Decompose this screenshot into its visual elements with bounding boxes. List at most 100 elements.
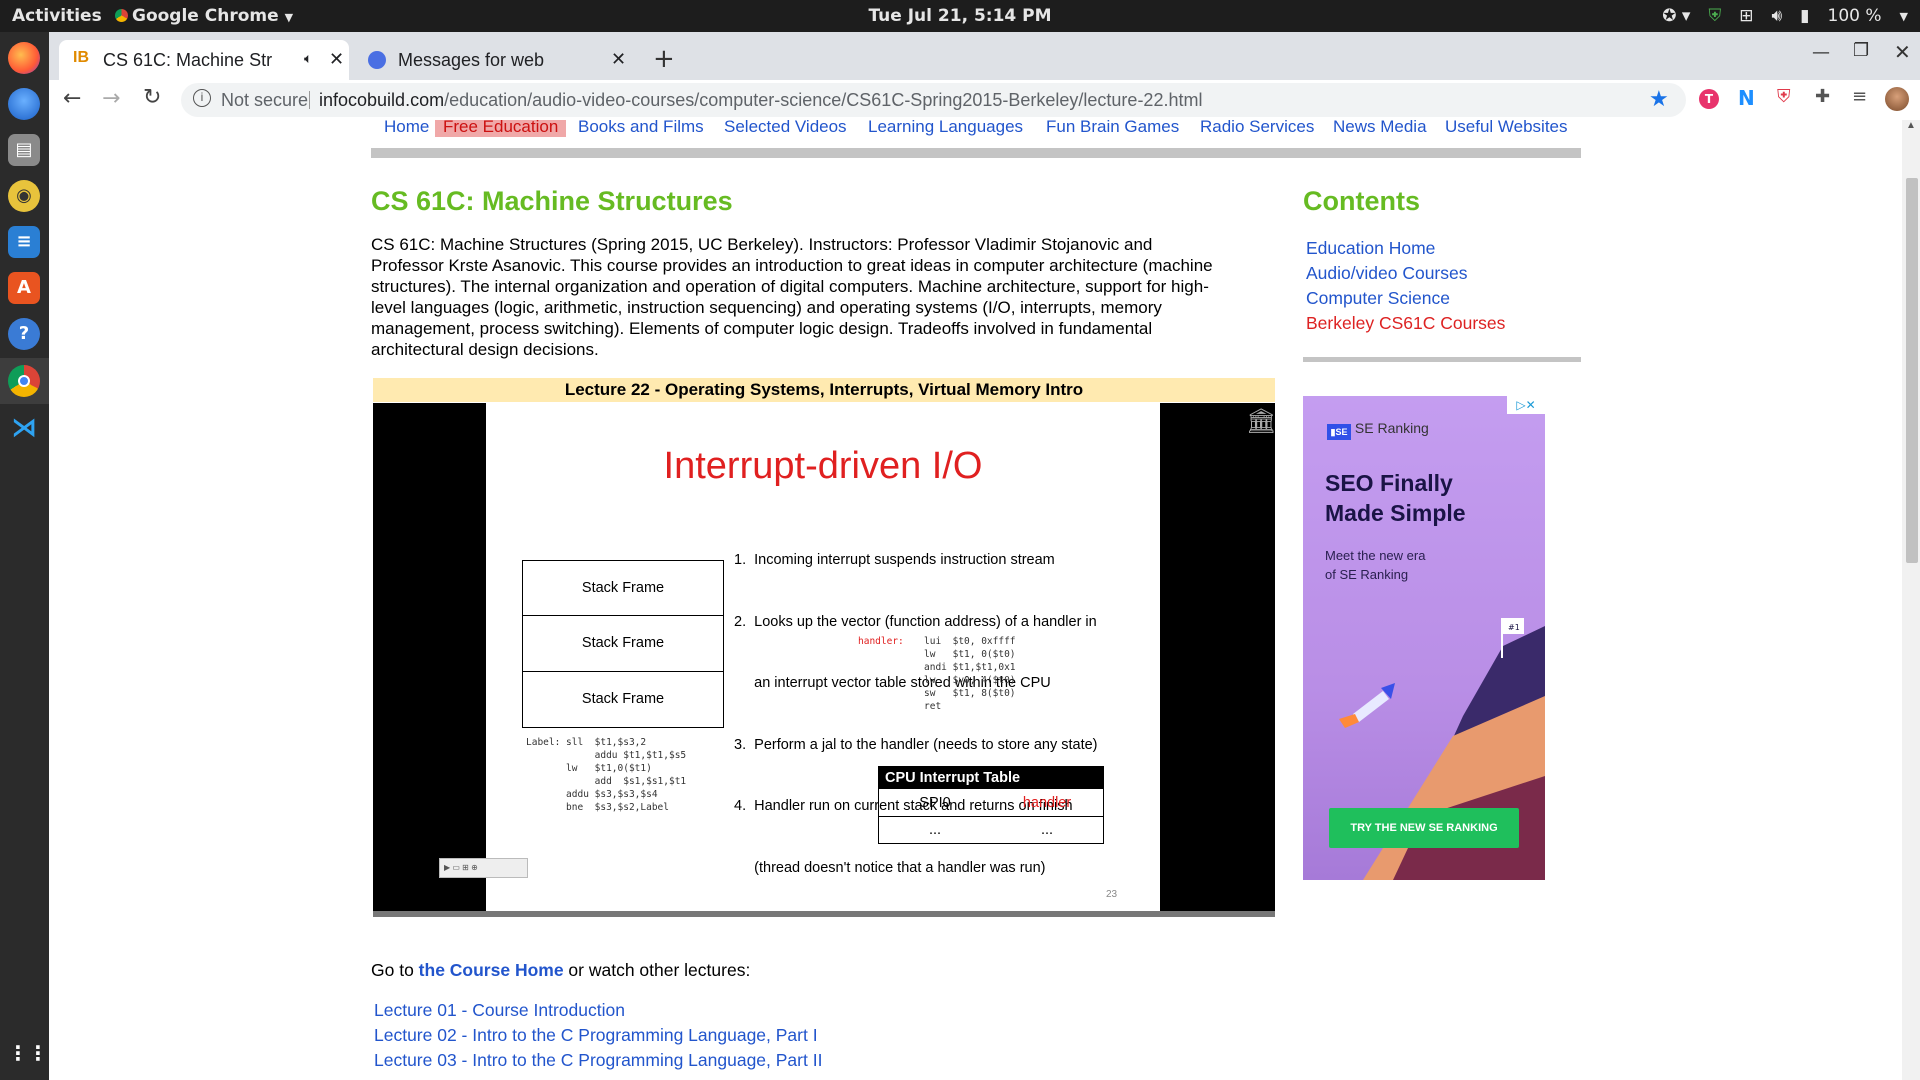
reload-icon[interactable]: ↻ (143, 85, 161, 110)
back-icon[interactable]: ← (63, 86, 81, 111)
bookmark-star-icon[interactable]: ★ (1649, 86, 1669, 112)
sidebar-divider (1303, 357, 1581, 362)
url-domain: infocobuild.com (319, 90, 445, 110)
tab-cs61c[interactable]: IB CS 61C: Machine Struc 🔈︎ ✕ (59, 40, 349, 80)
firefox-icon[interactable] (8, 42, 40, 74)
nav-divider (371, 148, 1581, 158)
system-tray[interactable]: ✪ ▾ ⛨ ⊞ 🔊︎ ▮ 100 % ▼ (1662, 6, 1908, 26)
info-icon[interactable]: i (193, 89, 211, 107)
slide-point: 1. Incoming interrupt suspends instructi… (734, 552, 1055, 568)
close-tab-icon[interactable]: ✕ (329, 49, 344, 70)
nav-news-media[interactable]: News Media (1333, 120, 1427, 137)
tab-messages[interactable]: Messages for web ✕ (354, 40, 644, 80)
chevron-down-icon: ▼ (284, 11, 294, 24)
slide-title: Interrupt-driven I/O (663, 445, 983, 487)
chrome-icon (115, 9, 128, 22)
dock: ▤ ◉ ≡ A ? ⋊ ⋮⋮ (0, 32, 49, 1080)
nav-books-films[interactable]: Books and Films (578, 120, 704, 137)
rhythmbox-icon[interactable]: ◉ (8, 180, 40, 212)
chrome-icon[interactable] (8, 365, 40, 397)
lecture-heading: Lecture 22 - Operating Systems, Interrup… (373, 378, 1275, 402)
nav-selected-videos[interactable]: Selected Videos (724, 120, 847, 137)
help-icon[interactable]: ? (8, 318, 40, 350)
lecture-link[interactable]: Lecture 03 - Intro to the C Programming … (374, 1050, 822, 1071)
extension-t-icon[interactable]: T (1699, 89, 1719, 109)
scrollbar-track[interactable]: ▲ (1902, 120, 1920, 1080)
extension-shield-icon[interactable]: ⛨ (1777, 86, 1791, 107)
sidebar-link-berkeley-cs61c[interactable]: Berkeley CS61C Courses (1306, 313, 1505, 333)
lecture-link[interactable]: Lecture 01 - Course Introduction (374, 1000, 625, 1021)
security-label[interactable]: Not secure (221, 90, 308, 111)
app-name: Google Chrome (132, 6, 279, 26)
thunderbird-icon[interactable] (8, 88, 40, 120)
nav-useful-websites[interactable]: Useful Websites (1445, 120, 1568, 137)
video-player[interactable]: Interrupt-driven I/O 1. Incoming interru… (373, 403, 1276, 917)
new-tab-button[interactable]: + (653, 44, 675, 74)
tab-title: Messages for web (398, 50, 545, 70)
sidebar-link-audio-video[interactable]: Audio/video Courses (1306, 263, 1467, 283)
volume-icon[interactable]: 🔊︎ (1771, 6, 1782, 26)
network-icon[interactable]: ⊞ (1739, 6, 1753, 26)
slide-point: an interrupt vector table stored within … (734, 675, 1051, 691)
menu-dots-icon[interactable]: ⋮ (1913, 86, 1920, 110)
messages-favicon (368, 51, 386, 69)
video-controls-mini[interactable]: ▶ ▭ ⊞ ⊕ (439, 858, 528, 878)
page-viewport: Home Free Education Books and Films Sele… (49, 120, 1920, 1080)
course-home-link[interactable]: the Course Home (419, 960, 564, 980)
address-bar[interactable]: i Not secure infocobuild.com/education/a… (181, 83, 1686, 117)
slide: Interrupt-driven I/O 1. Incoming interru… (486, 403, 1160, 911)
interrupt-table: CPU Interrupt Table SPI0 handler ... ... (878, 766, 1104, 844)
activities-button[interactable]: Activities (12, 6, 102, 26)
battery-level: 100 % (1827, 6, 1882, 26)
archive-icon[interactable]: 🏛︎ (1246, 407, 1276, 436)
scroll-up-arrow-icon[interactable]: ▲ (1906, 120, 1916, 131)
video-progress-bar[interactable] (373, 911, 1275, 917)
minimize-icon[interactable]: — (1812, 42, 1830, 63)
nav-free-education[interactable]: Free Education (435, 120, 567, 137)
ib-favicon: IB (73, 49, 89, 66)
restore-icon[interactable]: ❐ (1853, 40, 1869, 61)
sidebar-title: Contents (1303, 186, 1420, 216)
battery-icon[interactable]: ▮ (1800, 6, 1809, 26)
slide-points: 1. Incoming interrupt suspends instructi… (734, 509, 1098, 919)
nav-home[interactable]: Home (384, 120, 429, 137)
profile-avatar[interactable] (1885, 87, 1909, 111)
interrupt-table-title: CPU Interrupt Table (879, 767, 1103, 789)
handler-code: lui $t0, 0xffff lw $t1, 0($t0) andi $t1,… (924, 636, 1016, 712)
shield-icon[interactable]: ⛨ (1708, 6, 1721, 26)
ad-cta-button[interactable]: TRY THE NEW SE RANKING (1329, 808, 1519, 848)
url-text[interactable]: infocobuild.com/education/audio-video-co… (319, 90, 1202, 111)
nav-radio-services[interactable]: Radio Services (1200, 120, 1314, 137)
writer-icon[interactable]: ≡ (8, 226, 40, 258)
slide-point: 2. Looks up the vector (function address… (734, 613, 1097, 630)
software-icon[interactable]: A (8, 272, 40, 304)
stack-frame: Stack Frame (522, 672, 724, 728)
nav-learning-languages[interactable]: Learning Languages (868, 120, 1023, 137)
accessibility-icon[interactable]: ✪ ▾ (1662, 6, 1690, 26)
vscode-icon[interactable]: ⋊ (8, 412, 40, 444)
extensions-puzzle-icon[interactable]: ✚ (1815, 86, 1830, 107)
slide-page-number: 23 (1106, 889, 1118, 900)
extension-n-icon[interactable]: N (1738, 86, 1755, 110)
chevron-down-icon[interactable]: ▼ (1900, 10, 1908, 23)
app-menu[interactable]: Google Chrome ▼ (115, 6, 293, 26)
lecture-link[interactable]: Lecture 02 - Intro to the C Programming … (374, 1025, 818, 1046)
close-tab-icon[interactable]: ✕ (611, 49, 626, 70)
course-description: CS 61C: Machine Structures (Spring 2015,… (371, 234, 1276, 360)
close-window-icon[interactable]: ✕ (1894, 40, 1911, 64)
interrupt-table-row: SPI0 handler (879, 789, 1103, 817)
goto-suffix: or watch other lectures: (563, 960, 751, 980)
description-line: Professor Krste Asanovic. This course pr… (371, 256, 1213, 275)
show-apps-icon[interactable]: ⋮⋮ (8, 1037, 48, 1069)
sidebar-link-education-home[interactable]: Education Home (1306, 238, 1435, 258)
handler-label: handler: (858, 636, 904, 647)
forward-icon[interactable]: → (102, 86, 120, 111)
media-queue-icon[interactable]: ≡ (1852, 86, 1867, 107)
ad-banner[interactable]: ▷✕ ▮SE SE Ranking SEO Finally Made Simpl… (1303, 396, 1545, 880)
files-icon[interactable]: ▤ (8, 134, 40, 166)
scrollbar-thumb[interactable] (1906, 178, 1918, 563)
audio-playing-icon[interactable]: 🔈︎ (304, 50, 312, 67)
sidebar-link-computer-science[interactable]: Computer Science (1306, 288, 1450, 308)
nav-fun-brain-games[interactable]: Fun Brain Games (1046, 120, 1179, 137)
description-line: CS 61C: Machine Structures (Spring 2015,… (371, 235, 1153, 254)
